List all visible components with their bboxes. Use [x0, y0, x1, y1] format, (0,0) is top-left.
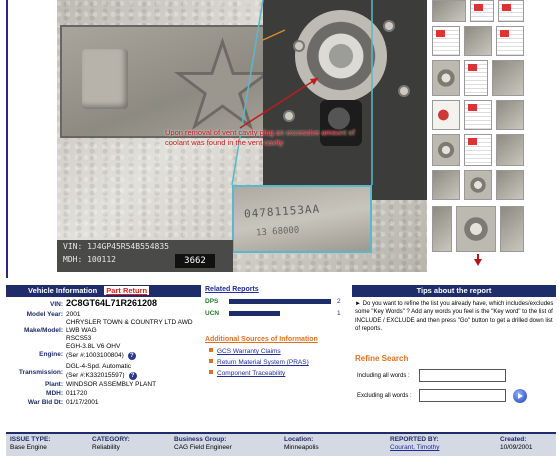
- exclude-words-input[interactable]: [419, 389, 506, 402]
- thumbnail[interactable]: [498, 0, 524, 22]
- photo-mdh: MDH: 100112: [63, 255, 116, 264]
- go-icon[interactable]: [513, 389, 527, 403]
- photo-vin: VIN: 1J4GP45R54B554835: [63, 242, 169, 251]
- engine-photo: [263, 0, 427, 200]
- related-reports-title[interactable]: Related Reports: [205, 286, 259, 293]
- thumbnail[interactable]: [496, 170, 524, 200]
- related-report-ucn[interactable]: UCN 1: [205, 310, 350, 319]
- thumbnail[interactable]: [432, 100, 460, 130]
- additional-sources-title: Additional Sources of Information: [205, 336, 318, 343]
- photo-plant-code: 3662: [175, 254, 215, 268]
- thumbnail[interactable]: [432, 170, 460, 200]
- reported-by-col: REPORTED BY: Courant, Timothy: [390, 436, 440, 451]
- related-reports-panel: Related Reports DPS 2 UCN 1 Additional S…: [205, 284, 350, 424]
- vin-row: VIN: 2C8GT64L71R261208: [6, 299, 201, 310]
- photo-panel: Upon removal of vent cavity plug an exce…: [0, 0, 559, 278]
- info-icon[interactable]: ?: [127, 352, 136, 360]
- pentastar-casting: [174, 37, 271, 131]
- refine-search-title: Refine Search: [355, 354, 409, 363]
- source-link-traceability[interactable]: Component Traceability: [209, 370, 285, 377]
- part-number: 04781153AA: [243, 202, 321, 221]
- vin-value: 2C8GT64L71R261208: [66, 298, 158, 308]
- location-col: Location: Minneapolis: [284, 436, 319, 451]
- issue-type-col: ISSUE TYPE: Base Engine: [10, 436, 51, 451]
- thumbnail[interactable]: [432, 206, 452, 252]
- thumbnail[interactable]: [464, 170, 492, 200]
- left-border: [6, 0, 8, 278]
- vehicle-info-header: Vehicle Information Part Return: [6, 285, 201, 297]
- thumbnail[interactable]: [464, 26, 492, 56]
- include-label: Including all words :: [357, 373, 410, 379]
- source-link-pras[interactable]: Return Material System (PRAS): [209, 359, 309, 366]
- thumbnail[interactable]: [464, 134, 492, 166]
- tips-panel: Tips about the report ► Do you want to r…: [352, 285, 556, 425]
- business-group-col: Business Group: CAG Field Engineer: [174, 436, 232, 451]
- vehicle-info-title: Vehicle Information: [28, 286, 98, 295]
- thumbnail[interactable]: [500, 206, 524, 252]
- thumbnail[interactable]: [464, 100, 492, 130]
- thumbnail[interactable]: [496, 100, 524, 130]
- source-link-gcs[interactable]: GCS Warranty Claims: [209, 348, 281, 355]
- info-icon[interactable]: ?: [128, 372, 137, 380]
- part-return-link[interactable]: Part Return: [104, 286, 150, 295]
- thumbnail[interactable]: [432, 0, 466, 22]
- thumbnail-strip: [430, 0, 528, 272]
- photo-caption: Upon removal of vent cavity plug an exce…: [165, 128, 355, 147]
- inset-part-number-photo: 04781153AA 13 68000: [232, 185, 372, 253]
- tips-header: Tips about the report: [352, 285, 556, 297]
- thumbnail[interactable]: [470, 0, 494, 22]
- thumbnail[interactable]: [432, 134, 460, 166]
- scroll-down-arrow-icon[interactable]: [474, 254, 482, 266]
- ucn-bar: [229, 311, 280, 316]
- thumbnail[interactable]: [496, 134, 524, 166]
- tips-text: ► Do you want to refine the list you alr…: [355, 301, 554, 332]
- category-col: CATEGORY: Reliability: [92, 436, 130, 451]
- vehicle-information-panel: Vehicle Information Part Return VIN: 2C8…: [6, 285, 201, 429]
- exclude-label: Excluding all words :: [357, 393, 412, 399]
- thumbnail[interactable]: [492, 60, 524, 96]
- plug-plate: [82, 49, 128, 109]
- thumbnail[interactable]: [456, 206, 496, 252]
- report-footer: ISSUE TYPE: Base Engine CATEGORY: Reliab…: [6, 432, 556, 456]
- related-report-dps[interactable]: DPS 2: [205, 298, 350, 307]
- thumbnail[interactable]: [496, 26, 524, 56]
- reported-by-link[interactable]: Courant, Timothy: [390, 444, 440, 451]
- vin-label-photo: VIN: 1J4GP45R54B554835 MDH: 100112 3662: [57, 240, 233, 272]
- dps-bar: [229, 299, 331, 304]
- thumbnail[interactable]: [464, 60, 488, 96]
- thumbnail[interactable]: [432, 60, 460, 96]
- inset-casting-photo: [60, 25, 285, 138]
- created-col: Created: 10/09/2001: [500, 436, 533, 451]
- part-number-secondary: 13 68000: [255, 225, 300, 239]
- include-words-input[interactable]: [419, 369, 506, 382]
- thumbnail[interactable]: [432, 26, 460, 56]
